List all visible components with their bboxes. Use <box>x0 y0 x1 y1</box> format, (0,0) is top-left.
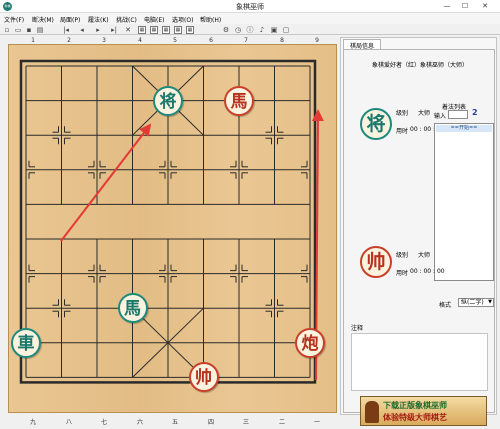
coord-label: 6 <box>209 37 213 44</box>
coord-label: 三 <box>242 419 249 426</box>
red-player-avatar: 帅 <box>360 246 392 278</box>
last-icon[interactable]: ▸| <box>110 26 118 34</box>
prev-icon[interactable]: ◂ <box>78 26 86 34</box>
coord-label: 9 <box>315 37 319 44</box>
minimize-button[interactable]: — <box>440 1 454 11</box>
coord-label: 4 <box>138 37 142 44</box>
side-panel: 棋局信息 象棋爱好者（红）象棋巫师（大师） 将 级别 大师 用时 00 : 00… <box>340 37 497 426</box>
next-icon[interactable]: ▸ <box>94 26 102 34</box>
step-input-label: 输入 <box>434 113 447 120</box>
menu-file[interactable]: 文件(F) <box>4 15 24 24</box>
save-icon[interactable]: ▪ <box>25 26 33 34</box>
piece-red[interactable]: 炮 <box>295 327 325 358</box>
menu-moves[interactable]: 履法(K) <box>88 15 109 24</box>
piece-green[interactable]: 将 <box>153 85 183 116</box>
game-info-panel: 象棋爱好者（红）象棋巫师（大师） 将 级别 大师 用时 00 : 00 : 00… <box>343 49 495 426</box>
toolbar: ▫ ▭ ▪ ▤ |◂ ◂ ▸ ▸| ✕ ▦ ▦ ▦ ▦ ▦ ⚙ ◷ ⓘ ♪ ▣ … <box>0 24 500 35</box>
coord-label: 7 <box>244 37 248 44</box>
banner-line-1: 下载正版象棋巫师 <box>383 401 447 410</box>
notes-textarea[interactable] <box>351 333 488 391</box>
bottom-file-coords: 九 八 七 六 五 四 三 二 一 <box>8 417 338 426</box>
board-icon[interactable]: ▦ <box>138 26 146 34</box>
red-level-value: 大师 <box>418 252 431 259</box>
coord-label: 5 <box>173 37 177 44</box>
print-icon[interactable]: ▤ <box>36 26 44 34</box>
coord-label: 七 <box>100 419 107 426</box>
move-hint-arrow <box>60 123 152 242</box>
moves-list[interactable]: ==开始== <box>434 123 494 281</box>
piece-green[interactable]: 馬 <box>117 293 148 324</box>
download-banner[interactable]: 下载正版象棋巫师 体验特级大师棋艺 <box>360 396 487 426</box>
piece-red[interactable]: 馬 <box>224 85 254 116</box>
new-icon[interactable]: ▫ <box>3 26 11 34</box>
menu-position[interactable]: 局面(P) <box>60 15 80 24</box>
coord-label: 1 <box>31 37 35 44</box>
menu-bar: 文件(F) 断决(M) 局面(P) 履法(K) 挑战(C) 电脑(E) 选项(O… <box>0 13 500 24</box>
board-icon[interactable]: ▦ <box>150 26 158 34</box>
screen-icon[interactable]: ▢ <box>282 26 290 34</box>
window-title: 象棋巫师 <box>236 3 264 11</box>
settings-icon[interactable]: ⚙ <box>222 26 230 34</box>
red-time-label: 用时 <box>396 270 409 277</box>
clock-icon[interactable]: ◷ <box>234 26 242 34</box>
board-icon[interactable]: ▦ <box>174 26 182 34</box>
banner-line-2: 体验特级大师棋艺 <box>383 413 447 422</box>
board-icon[interactable]: ▦ <box>186 26 194 34</box>
menu-computer[interactable]: 电脑(E) <box>144 15 164 24</box>
coord-label: 一 <box>313 419 320 426</box>
close-button[interactable]: ✕ <box>478 1 492 11</box>
black-level-label: 级别 <box>396 110 409 117</box>
banner-figure-icon <box>365 401 379 423</box>
coord-label: 四 <box>207 419 214 426</box>
coord-label: 8 <box>280 37 284 44</box>
format-select[interactable]: 纵(二字) ▼ <box>458 298 494 307</box>
format-value: 纵(二字) <box>461 299 484 306</box>
maximize-button[interactable]: ☐ <box>458 1 472 11</box>
info-icon[interactable]: ⓘ <box>246 26 254 34</box>
menu-options[interactable]: 选项(O) <box>172 15 193 24</box>
moves-list-item[interactable]: ==开始== <box>436 125 492 132</box>
chevron-down-icon: ▼ <box>488 299 492 305</box>
red-time-value: 00 : 00 : 00 <box>410 268 445 275</box>
sound-icon[interactable]: ♪ <box>258 26 266 34</box>
notes-label: 注释 <box>351 325 364 332</box>
red-level-label: 级别 <box>396 252 409 259</box>
board-icon[interactable]: ▦ <box>162 26 170 34</box>
menu-manual[interactable]: 断决(M) <box>32 15 54 24</box>
piece-green[interactable]: 車 <box>11 327 41 358</box>
image-icon[interactable]: ▣ <box>270 26 278 34</box>
match-title: 象棋爱好者（红）象棋巫师（大师） <box>371 62 468 69</box>
coord-label: 2 <box>67 37 71 44</box>
coord-label: 二 <box>278 419 285 426</box>
piece-red[interactable]: 帅 <box>188 362 219 393</box>
title-bar: 象棋 象棋巫师 — ☐ ✕ <box>0 0 500 13</box>
coord-label: 六 <box>136 419 143 426</box>
open-icon[interactable]: ▭ <box>14 26 22 34</box>
coord-label: 九 <box>29 419 36 426</box>
coord-label: 八 <box>65 419 72 426</box>
step-input[interactable] <box>448 110 468 119</box>
black-time-label: 用时 <box>396 128 409 135</box>
menu-challenge[interactable]: 挑战(C) <box>116 15 137 24</box>
menu-help[interactable]: 帮助(H) <box>200 15 221 24</box>
delete-icon[interactable]: ✕ <box>124 26 132 34</box>
chess-board[interactable]: 将馬馬車帅炮 <box>8 44 337 413</box>
format-label: 格式 <box>439 302 452 309</box>
black-level-value: 大师 <box>418 110 431 117</box>
coord-label: 3 <box>102 37 106 44</box>
step-value: 2 <box>472 108 478 117</box>
black-player-avatar: 将 <box>360 108 392 140</box>
first-icon[interactable]: |◂ <box>62 26 70 34</box>
coord-label: 五 <box>171 419 178 426</box>
tab-game-info[interactable]: 棋局信息 <box>343 39 382 50</box>
